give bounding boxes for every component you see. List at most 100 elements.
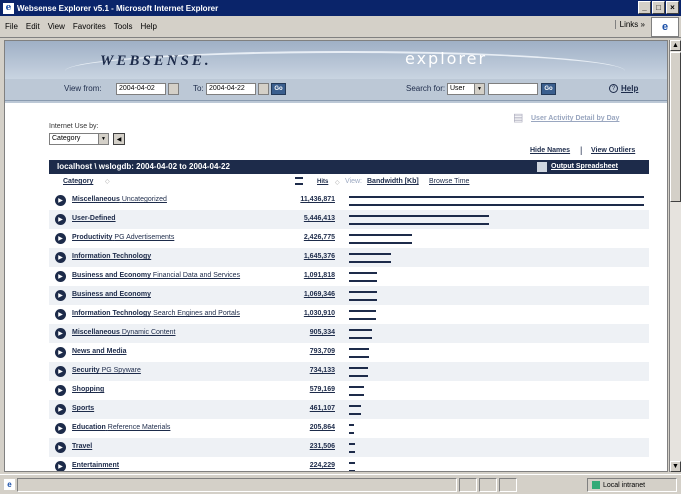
expand-arrow-icon[interactable]: ▶ [55,385,66,396]
help-icon[interactable]: ? [609,84,618,93]
search-go-button[interactable]: Go [541,83,556,95]
hits-column-link[interactable]: Hits [317,179,328,185]
browser-window: e Websense Explorer v5.1 - Microsoft Int… [0,0,681,494]
scroll-down-icon[interactable]: ▼ [670,461,681,472]
table-row: ▶ Education Reference Materials 205,864 [49,419,649,438]
expand-arrow-icon[interactable]: ▶ [55,461,66,471]
view-from-input[interactable]: 2004-04-02 [116,83,166,95]
hide-names-link[interactable]: Hide Names [530,147,570,154]
category-link[interactable]: Productivity PG Advertisements [72,234,174,241]
category-sub: PG Spyware [101,367,141,374]
category-main: Shopping [72,386,105,393]
help-link[interactable]: Help [621,84,638,93]
hits-value[interactable]: 461,107 [289,405,335,412]
search-type-select[interactable]: User ▼ [447,83,485,95]
bandwidth-bar [349,405,361,415]
category-sub: Reference Materials [107,424,171,431]
hits-value[interactable]: 224,229 [289,462,335,469]
category-link[interactable]: Travel [72,443,92,450]
expand-arrow-icon[interactable]: ▶ [55,309,66,320]
category-link[interactable]: Shopping [72,386,104,393]
expand-arrow-icon[interactable]: ▶ [55,195,66,206]
table-row: ▶ Travel 231,506 [49,438,649,457]
menu-file[interactable]: File [5,22,18,31]
title-bar: e Websense Explorer v5.1 - Microsoft Int… [0,0,681,16]
browse-time-link[interactable]: Browse Time [429,178,469,185]
category-link[interactable]: Business and Economy Financial Data and … [72,272,240,279]
hits-value[interactable]: 1,069,346 [289,291,335,298]
expand-arrow-icon[interactable]: ▶ [55,347,66,358]
scroll-thumb[interactable] [670,52,681,202]
table-row: ▶ Miscellaneous Dynamic Content 905,334 [49,324,649,343]
category-link[interactable]: Education Reference Materials [72,424,170,431]
expand-arrow-icon[interactable]: ▶ [55,366,66,377]
expand-arrow-icon[interactable]: ▶ [55,290,66,301]
bandwidth-bar [349,329,372,339]
sort-icon[interactable]: ◇ [105,178,110,185]
hits-sort-icon[interactable] [295,177,303,185]
category-link[interactable]: Business and Economy [72,291,151,298]
hits-value[interactable]: 11,436,871 [289,196,335,203]
expand-arrow-icon[interactable]: ▶ [55,328,66,339]
category-link[interactable]: Sports [72,405,94,412]
vertical-scrollbar[interactable]: ▲ ▼ [669,40,681,472]
date-go-button[interactable]: Go [271,83,286,95]
category-main: Business and Economy [72,272,151,279]
expand-arrow-icon[interactable]: ▶ [55,214,66,225]
minimize-button[interactable]: _ [638,1,651,14]
category-link[interactable]: Information Technology Search Engines an… [72,310,240,317]
back-arrow-button[interactable]: ◀ [113,133,125,145]
category-link[interactable]: User-Defined [72,215,116,222]
view-outliers-link[interactable]: View Outliers [591,147,635,154]
expand-arrow-icon[interactable]: ▶ [55,442,66,453]
hits-value[interactable]: 205,864 [289,424,335,431]
menu-tools[interactable]: Tools [114,22,133,31]
group-by-select[interactable]: Category ▼ [49,133,109,145]
sort-icon[interactable]: ◇ [335,179,340,186]
maximize-button[interactable]: □ [652,1,665,14]
menu-favorites[interactable]: Favorites [73,22,106,31]
category-main: Travel [72,443,93,450]
category-link[interactable]: Miscellaneous Dynamic Content [72,329,176,336]
hits-value[interactable]: 231,506 [289,443,335,450]
category-column-link[interactable]: Category [63,178,93,185]
expand-arrow-icon[interactable]: ▶ [55,233,66,244]
hits-value[interactable]: 5,446,413 [289,215,335,222]
hits-value[interactable]: 734,133 [289,367,335,374]
to-date-input[interactable]: 2004-04-22 [206,83,256,95]
hits-value[interactable]: 793,709 [289,348,335,355]
menu-view[interactable]: View [48,22,65,31]
calendar-from-icon[interactable] [168,83,179,95]
category-sub: Financial Data and Services [152,272,241,279]
hits-value[interactable]: 1,091,818 [289,272,335,279]
search-input[interactable] [488,83,538,95]
hits-value[interactable]: 2,426,775 [289,234,335,241]
hits-value[interactable]: 1,645,376 [289,253,335,260]
hits-value[interactable]: 905,334 [289,329,335,336]
hits-value[interactable]: 1,030,910 [289,310,335,317]
close-button[interactable]: × [666,1,679,14]
calendar-to-icon[interactable] [258,83,269,95]
page-content: WEBSENSE. explorer View from: 2004-04-02… [4,40,668,472]
menu-help[interactable]: Help [140,22,156,31]
expand-arrow-icon[interactable]: ▶ [55,252,66,263]
links-toolbar[interactable]: Links » [614,20,645,29]
category-sub: Uncategorized [121,196,167,203]
intranet-icon [592,481,600,489]
category-link[interactable]: Information Technology [72,253,151,260]
expand-arrow-icon[interactable]: ▶ [55,423,66,434]
menu-edit[interactable]: Edit [26,22,40,31]
category-main: Information Technology [72,253,152,260]
expand-arrow-icon[interactable]: ▶ [55,271,66,282]
scroll-up-icon[interactable]: ▲ [670,40,681,51]
category-link[interactable]: Entertainment [72,462,119,469]
bandwidth-bar [349,424,354,434]
output-spreadsheet-link[interactable]: Output Spreadsheet [551,163,618,170]
expand-arrow-icon[interactable]: ▶ [55,404,66,415]
user-activity-link[interactable]: User Activity Detail by Day [531,115,619,122]
category-link[interactable]: Miscellaneous Uncategorized [72,196,167,203]
category-link[interactable]: News and Media [72,348,126,355]
category-link[interactable]: Security PG Spyware [72,367,141,374]
hits-value[interactable]: 579,169 [289,386,335,393]
bandwidth-link[interactable]: Bandwidth [Kb] [367,178,419,185]
